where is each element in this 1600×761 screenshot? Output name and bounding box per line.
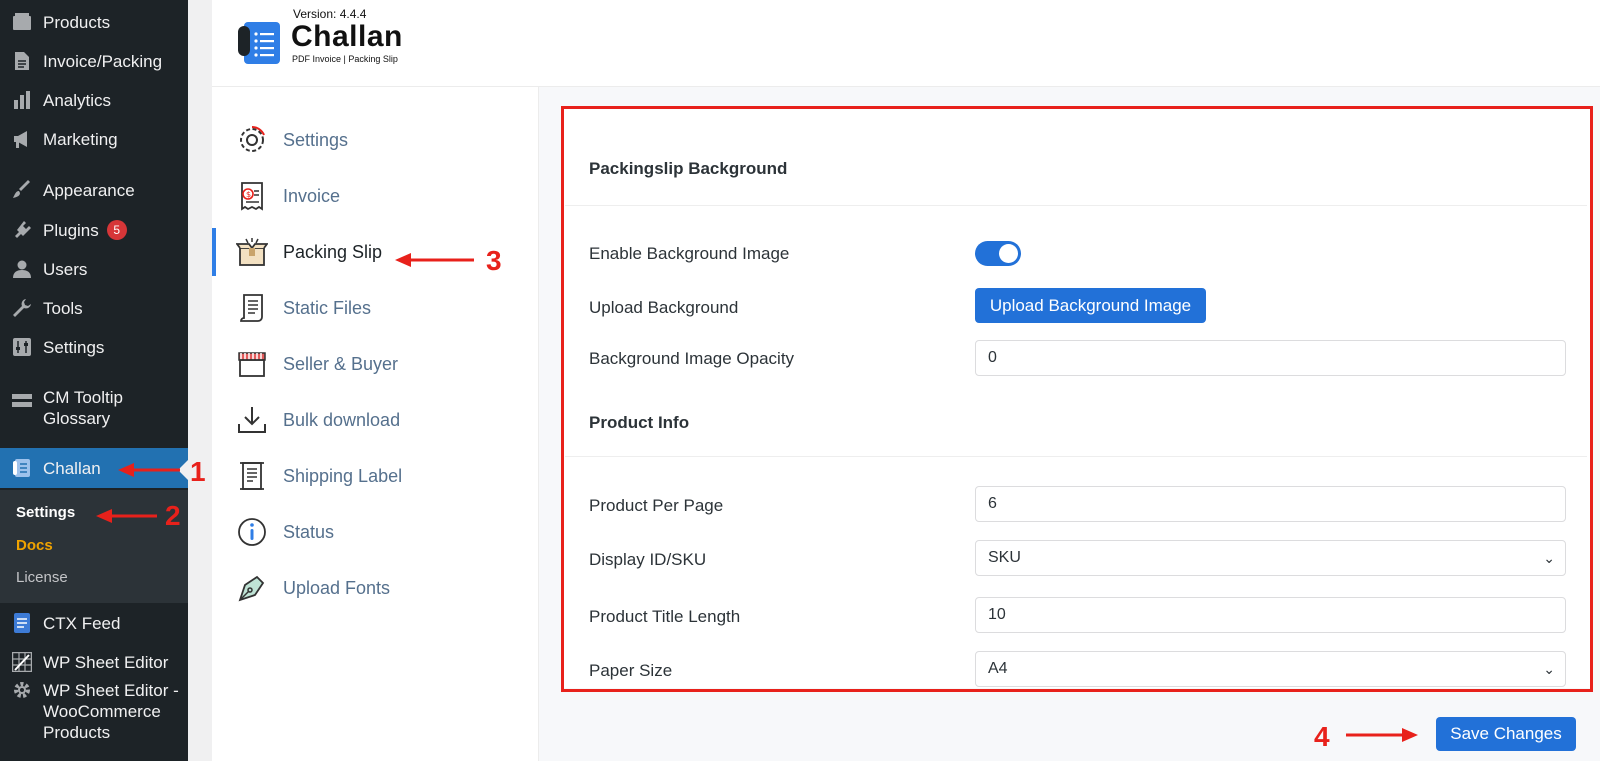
annotation-number-2: 2 — [165, 500, 181, 531]
annotation-number-1: 1 — [190, 456, 206, 487]
annotation-number-3: 3 — [486, 245, 502, 276]
annotation-arrows — [96, 253, 1418, 742]
annotation-number-4: 4 — [1314, 721, 1330, 752]
